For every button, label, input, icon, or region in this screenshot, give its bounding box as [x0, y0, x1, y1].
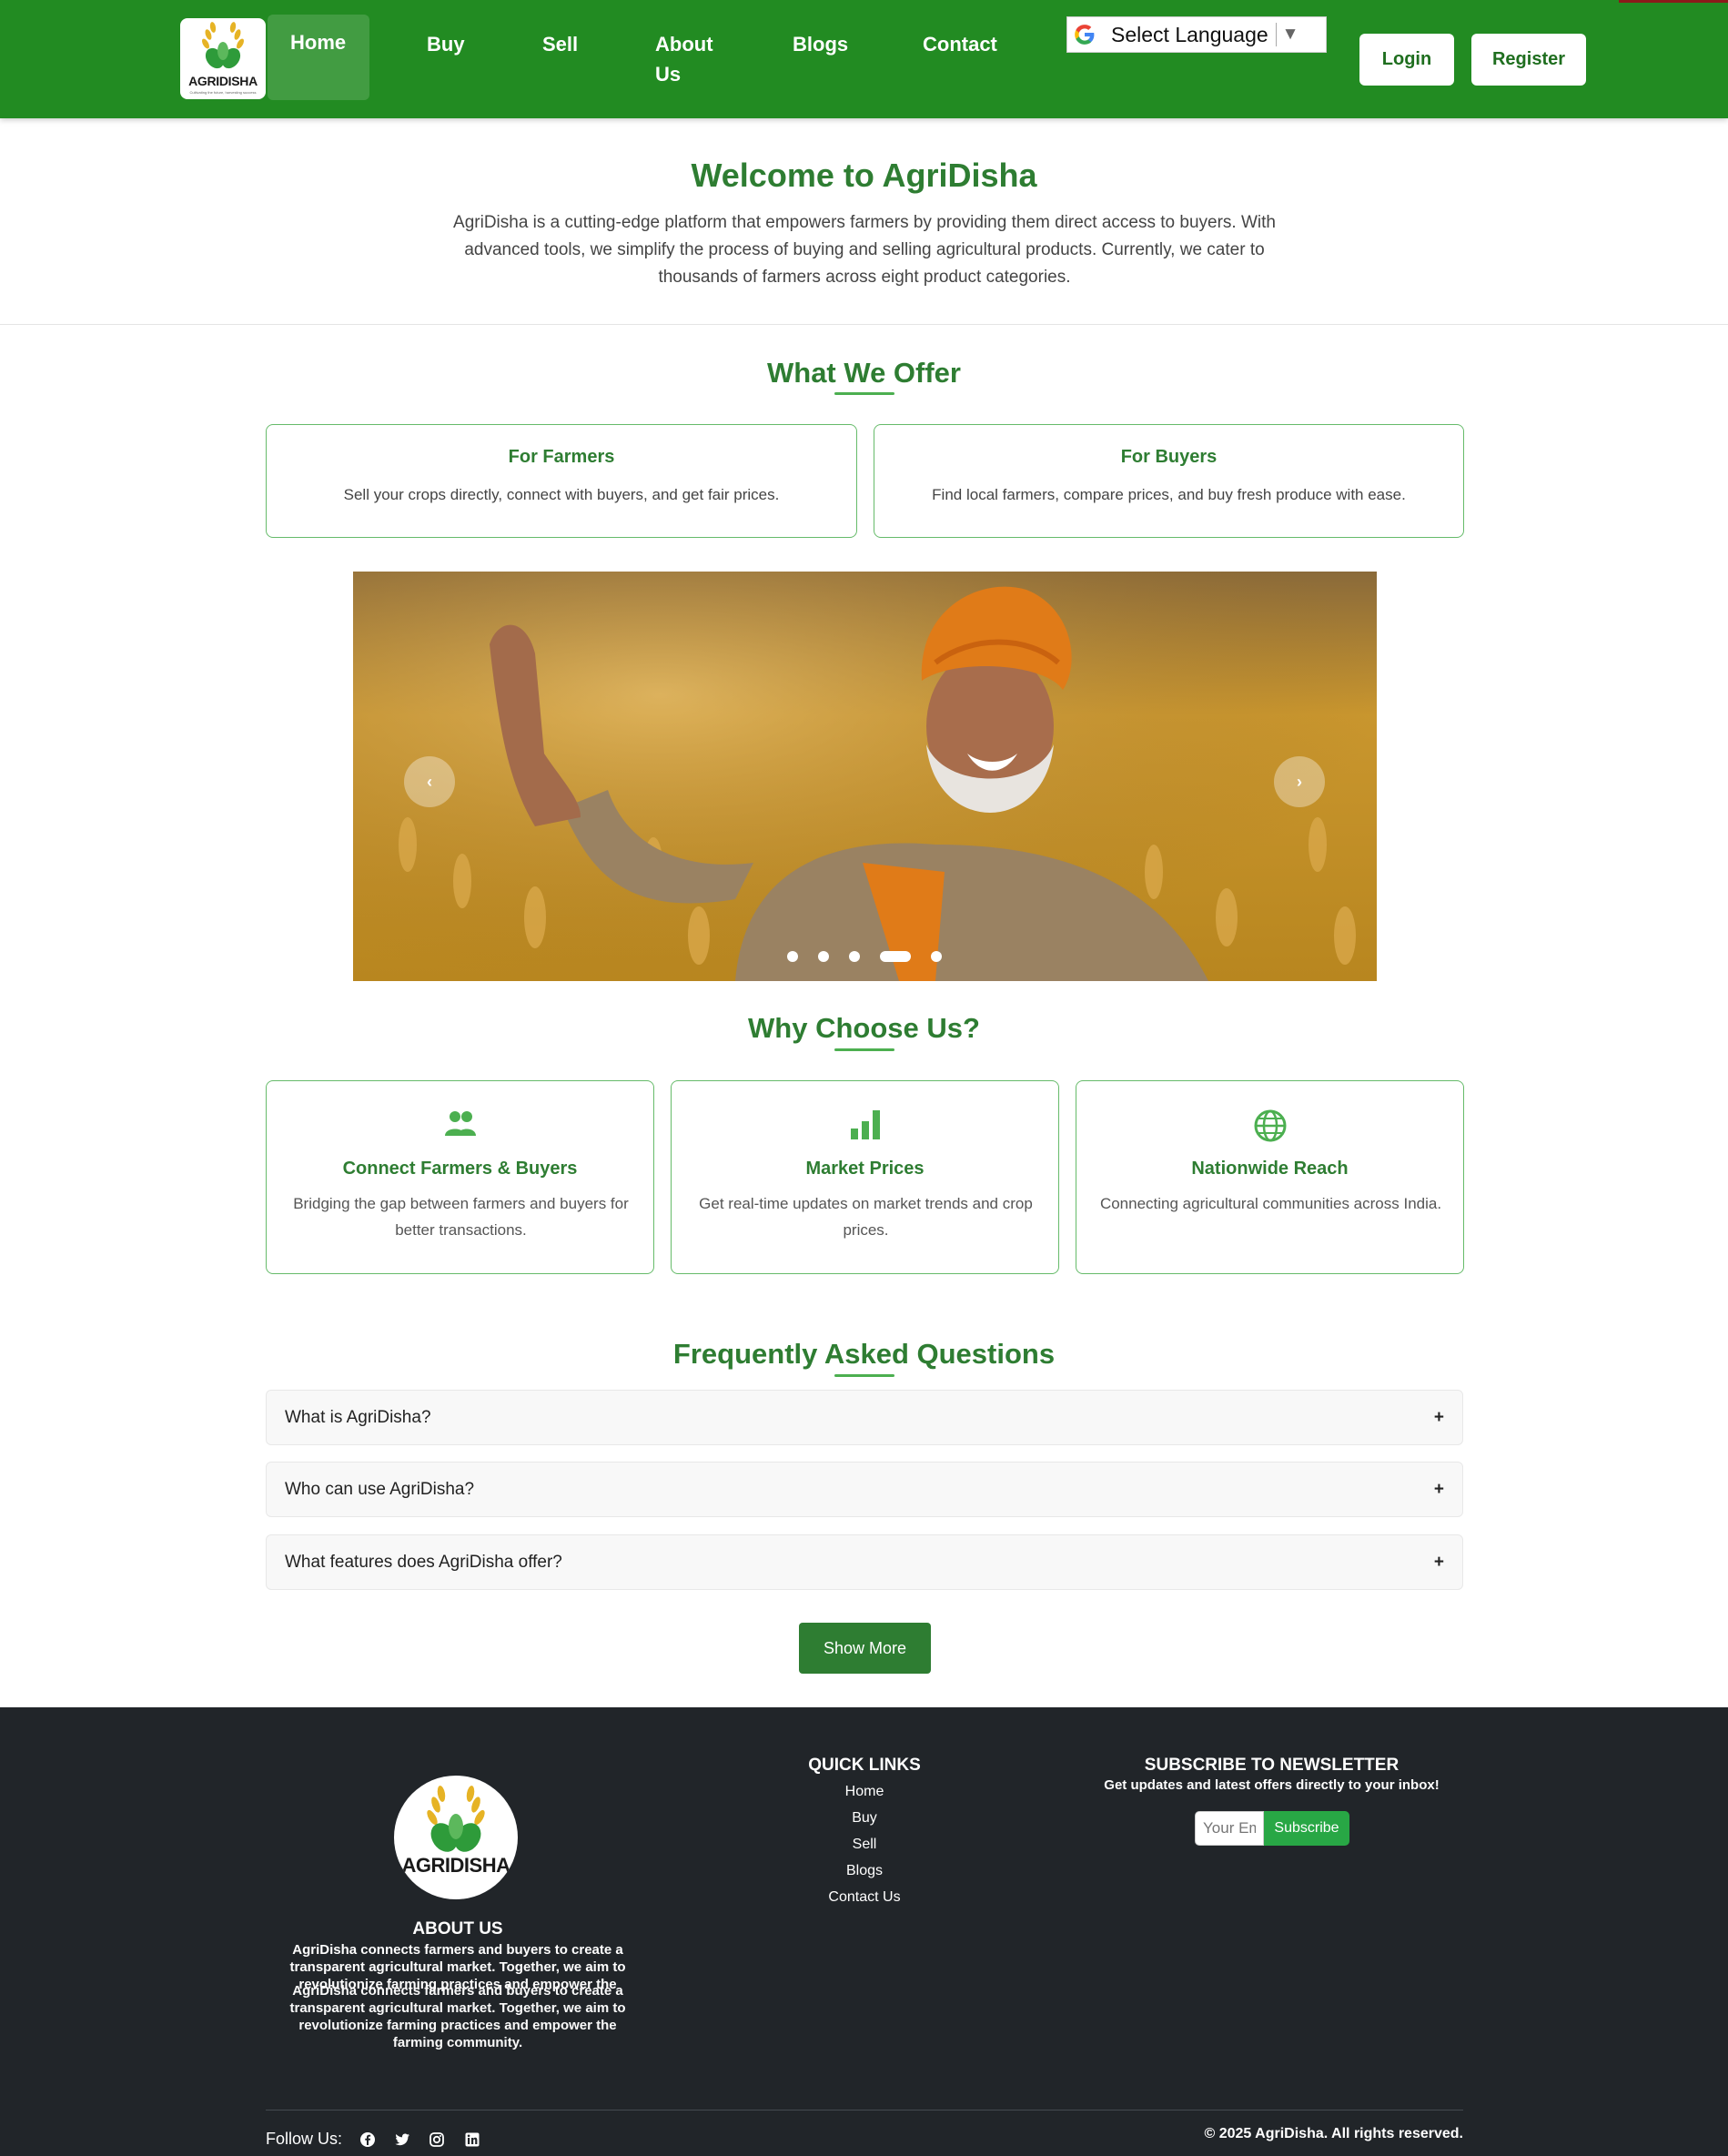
footer-link-sell[interactable]: Sell	[773, 1837, 955, 1853]
faq-title: Frequently Asked Questions	[672, 1338, 1056, 1370]
why-card-title: Connect Farmers & Buyers	[342, 1159, 578, 1179]
footer-link-contact[interactable]: Contact Us	[773, 1889, 955, 1906]
offer-card-text: Find local farmers, compare prices, and …	[932, 486, 1406, 503]
footer-newsletter-text: Get updates and latest offers directly t…	[1104, 1777, 1440, 1793]
nav-link-sell[interactable]: Sell	[542, 29, 578, 59]
globe-icon	[1254, 1109, 1286, 1142]
welcome-text: AgriDisha is a cutting-edge platform tha…	[453, 213, 1276, 287]
footer-link-blogs[interactable]: Blogs	[773, 1863, 955, 1879]
footer-logo-text: AGRIDISHA	[401, 1854, 510, 1877]
offer-card-buyers: For Buyers Find local farmers, compare p…	[874, 424, 1464, 538]
twitter-icon[interactable]	[394, 2131, 410, 2148]
carousel-prev-button[interactable]: ‹	[404, 756, 455, 807]
plus-icon: +	[1433, 1407, 1444, 1427]
offer-card-text: Sell your crops directly, connect with b…	[343, 486, 780, 503]
nav-accent-bar	[1619, 0, 1728, 3]
logo-wheat-icon	[202, 22, 244, 69]
footer-logo: AGRIDISHA	[394, 1776, 518, 1899]
plus-icon: +	[1433, 1479, 1444, 1499]
offer-card-farmers: For Farmers Sell your crops directly, co…	[266, 424, 857, 538]
newsletter-email-input[interactable]	[1195, 1811, 1264, 1846]
carousel-dot[interactable]	[931, 951, 942, 962]
language-select-label: Select Language	[1111, 22, 1268, 46]
faq-title-underline	[834, 1374, 894, 1377]
nav-link-blogs[interactable]: Blogs	[793, 29, 848, 59]
footer-about-title: ABOUT US	[412, 1919, 503, 1938]
facebook-icon[interactable]	[359, 2131, 376, 2148]
google-icon	[1075, 25, 1095, 45]
footer-about-text-duplicate: AgriDisha connects farmers and buyers to…	[289, 1983, 626, 2050]
carousel-dot[interactable]	[849, 951, 860, 962]
offer-card-title: For Farmers	[508, 447, 615, 467]
why-title: Why Choose Us?	[748, 1012, 980, 1044]
section-divider	[0, 324, 1728, 325]
nav-link-about-line1: About	[655, 33, 713, 56]
nav-link-about[interactable]: About Us	[655, 29, 713, 89]
logo-text: AGRIDISHA	[188, 74, 258, 88]
offer-title: What We Offer	[767, 357, 961, 389]
faq-question: What is AgriDisha?	[285, 1407, 431, 1427]
plus-icon: +	[1433, 1552, 1444, 1572]
why-card-connect: Connect Farmers & Buyers Bridging the ga…	[266, 1080, 654, 1274]
footer-quick-links-title: QUICK LINKS	[808, 1756, 921, 1775]
navbar: AGRIDISHA Cultivating the future, harves…	[0, 0, 1728, 118]
image-carousel[interactable]	[353, 572, 1377, 981]
footer-copyright: © 2025 AgriDisha. All rights reserved.	[1204, 2126, 1464, 2141]
footer-link-buy[interactable]: Buy	[773, 1810, 955, 1827]
users-icon	[444, 1111, 476, 1136]
faq-item-features[interactable]: What features does AgriDisha offer? +	[266, 1534, 1463, 1590]
faq-question: Who can use AgriDisha?	[285, 1479, 475, 1499]
faq-item-what-is[interactable]: What is AgriDisha? +	[266, 1390, 1463, 1445]
carousel-dot[interactable]	[818, 951, 829, 962]
footer-link-home[interactable]: Home	[773, 1784, 955, 1800]
nav-link-about-line2: Us	[655, 63, 682, 86]
why-card-reach: Nationwide Reach Connecting agricultural…	[1076, 1080, 1464, 1274]
carousel-dot-active[interactable]	[880, 951, 911, 962]
logo[interactable]: AGRIDISHA Cultivating the future, harves…	[180, 18, 266, 99]
register-button[interactable]: Register	[1471, 34, 1586, 86]
nav-link-buy[interactable]: Buy	[427, 29, 465, 59]
why-card-title: Nationwide Reach	[1191, 1159, 1349, 1179]
language-select[interactable]: Select Language ▼	[1066, 16, 1327, 53]
faq-item-who-can-use[interactable]: Who can use AgriDisha? +	[266, 1462, 1463, 1517]
bar-chart-icon	[850, 1110, 880, 1139]
language-separator	[1275, 23, 1277, 46]
why-card-text: Bridging the gap between farmers and buy…	[293, 1195, 629, 1239]
farmer-photo	[353, 572, 1377, 981]
footer-newsletter-title: SUBSCRIBE TO NEWSLETTER	[1144, 1756, 1400, 1775]
why-card-prices: Market Prices Get real-time updates on m…	[671, 1080, 1059, 1274]
login-button[interactable]: Login	[1359, 34, 1454, 86]
why-card-title: Market Prices	[805, 1159, 925, 1179]
nav-link-home[interactable]: Home	[290, 27, 346, 57]
instagram-icon[interactable]	[429, 2131, 445, 2148]
carousel-dot[interactable]	[787, 951, 798, 962]
caret-down-icon: ▼	[1281, 25, 1299, 44]
why-card-text: Get real-time updates on market trends a…	[699, 1195, 1033, 1239]
show-more-button[interactable]: Show More	[799, 1623, 931, 1674]
footer-follow-label: Follow Us:	[266, 2130, 343, 2148]
offer-card-title: For Buyers	[1120, 447, 1218, 467]
subscribe-button[interactable]: Subscribe	[1264, 1811, 1349, 1846]
linkedin-icon[interactable]	[464, 2131, 480, 2148]
offer-title-underline	[834, 392, 894, 395]
why-card-text: Connecting agricultural communities acro…	[1099, 1195, 1442, 1212]
logo-tagline: Cultivating the future, harvesting succe…	[189, 90, 257, 95]
carousel-next-button[interactable]: ›	[1274, 756, 1325, 807]
why-title-underline	[834, 1048, 894, 1051]
faq-question: What features does AgriDisha offer?	[285, 1552, 562, 1572]
welcome-title: Welcome to AgriDisha	[691, 157, 1037, 194]
nav-link-contact[interactable]: Contact	[923, 29, 997, 59]
